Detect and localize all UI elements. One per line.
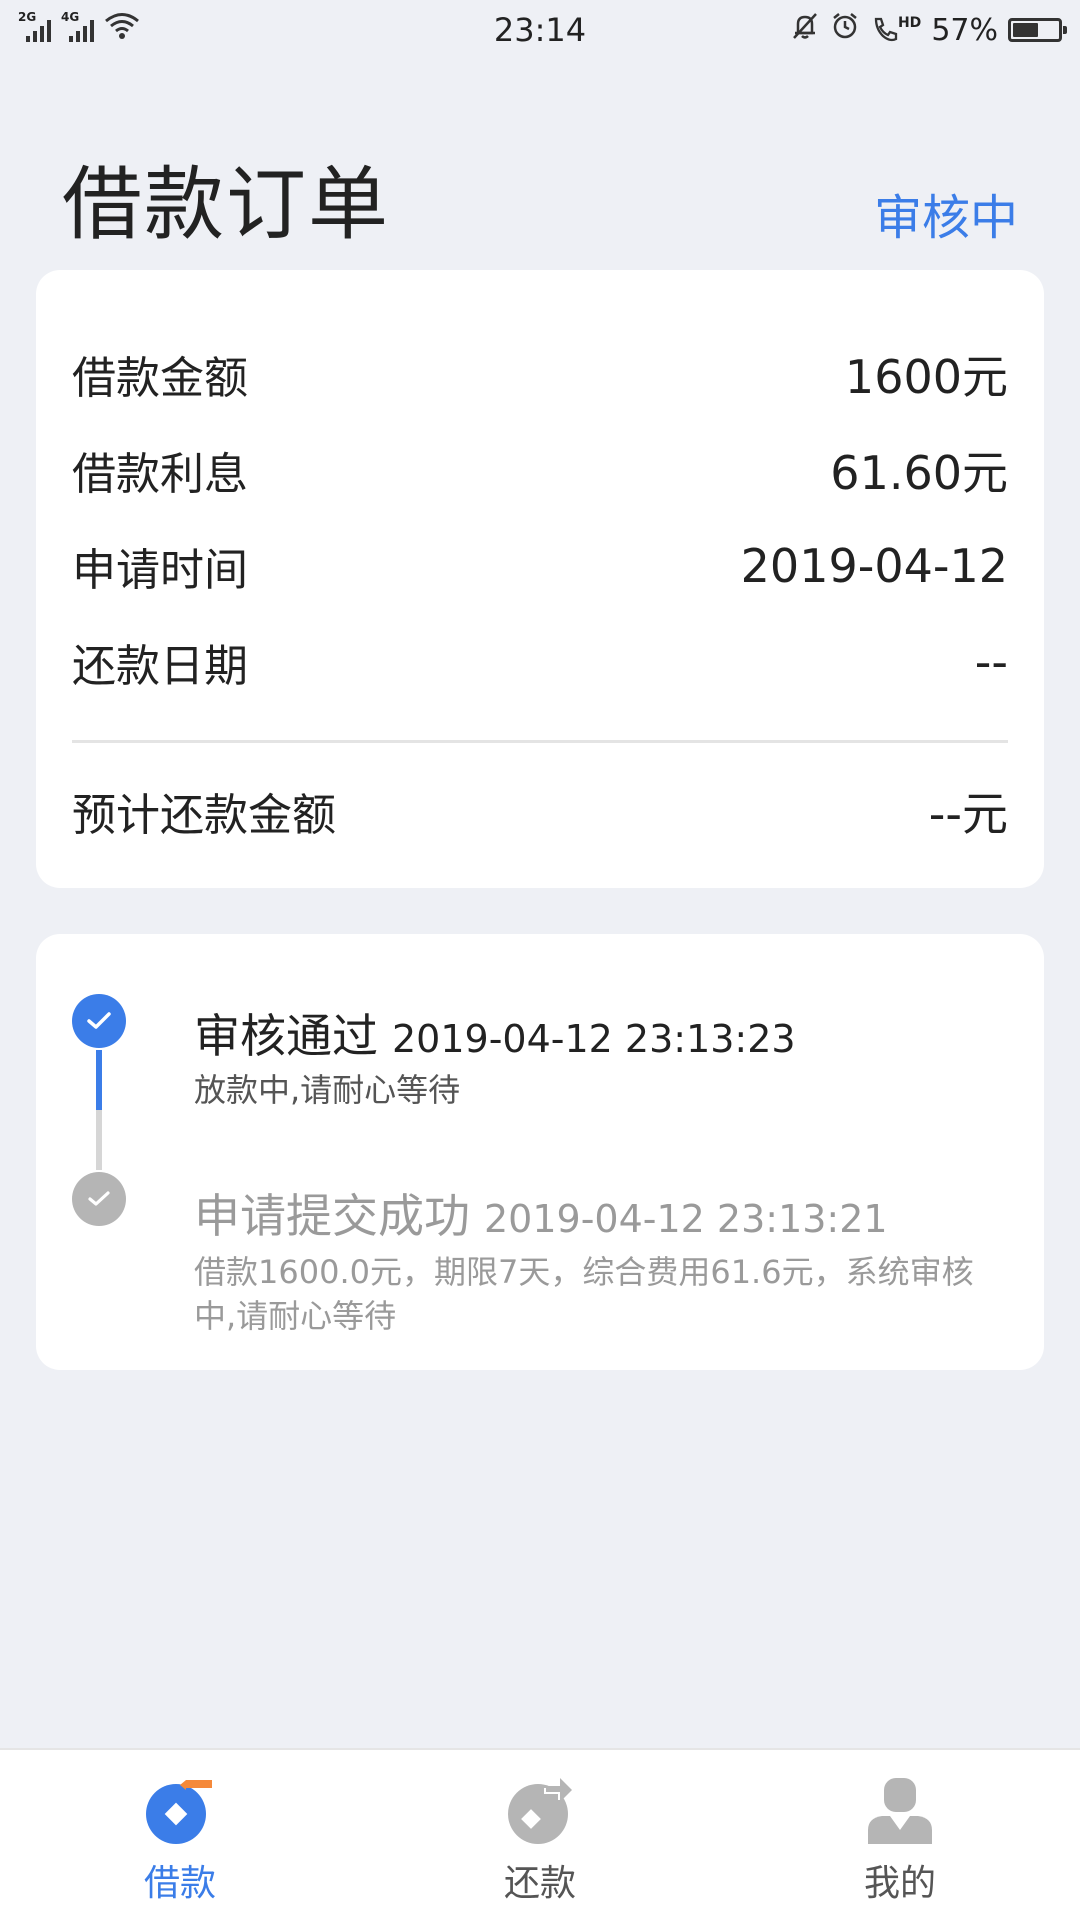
timeline-connector-inactive — [96, 1110, 102, 1170]
status-bar-right: HD 57% — [790, 11, 1067, 49]
bottom-nav: 借款 还款 我的 — [0, 1748, 1080, 1920]
row-value: 61.60元 — [830, 446, 1008, 500]
signal-2g-icon: 2G — [18, 10, 51, 42]
row-label: 还款日期 — [72, 641, 248, 692]
row-value: --元 — [928, 787, 1008, 841]
step-title: 审核通过 2019-04-12 23:13:23 — [194, 1000, 796, 1066]
row-label: 借款金额 — [72, 353, 248, 404]
timeline-connector-active — [96, 1050, 102, 1110]
repay-icon — [502, 1772, 578, 1848]
progress-timeline-card: 审核通过 2019-04-12 23:13:23 放款中,请耐心等待 申请提交成功… — [36, 934, 1044, 1370]
divider — [72, 740, 1008, 743]
nav-item-repay[interactable]: 还款 — [360, 1750, 720, 1920]
step-title-text: 审核通过 — [194, 1009, 378, 1063]
nav-label: 我的 — [863, 1863, 936, 1904]
row-label: 申请时间 — [72, 545, 248, 596]
hd-label: HD — [897, 15, 922, 31]
loan-summary-card: 借款金额 1600元 借款利息 61.60元 申请时间 2019-04-12 还… — [36, 270, 1044, 888]
status-bar: 2G 4G 23:14 HD 57% — [0, 0, 1080, 60]
network-2g-label: 2G — [18, 10, 37, 24]
nav-item-loan[interactable]: 借款 — [0, 1750, 360, 1920]
alarm-clock-icon — [830, 11, 860, 49]
summary-row-apply-time: 申请时间 2019-04-12 — [72, 518, 1008, 614]
battery-percent: 57% — [931, 12, 998, 48]
summary-row-expected-repay: 预计还款金额 --元 — [72, 763, 1008, 859]
mute-bell-icon — [790, 11, 820, 49]
wifi-icon — [104, 12, 140, 48]
step-description: 放款中,请耐心等待 — [194, 1071, 461, 1109]
row-value: -- — [974, 635, 1008, 689]
hd-call-icon: HD — [870, 15, 921, 45]
step-timestamp: 2019-04-12 23:13:21 — [484, 1197, 888, 1241]
summary-row-repay-date: 还款日期 -- — [72, 614, 1008, 710]
loan-icon — [142, 1772, 218, 1848]
step-title: 申请提交成功 2019-04-12 23:13:21 — [194, 1180, 888, 1246]
summary-row-loan-amount: 借款金额 1600元 — [72, 326, 1008, 422]
signal-4g-icon: 4G — [61, 10, 94, 42]
step-description: 借款1600.0元，期限7天，综合费用61.6元，系统审核中,请耐心等待 — [194, 1253, 974, 1335]
row-label: 借款利息 — [72, 449, 248, 500]
step-timestamp: 2019-04-12 23:13:23 — [392, 1017, 796, 1061]
network-4g-label: 4G — [61, 10, 80, 24]
battery-icon — [1008, 18, 1067, 42]
nav-label: 还款 — [503, 1863, 576, 1904]
check-circle-icon — [72, 1172, 126, 1226]
row-label: 预计还款金额 — [72, 790, 336, 841]
page-title: 借款订单 — [62, 158, 390, 251]
nav-label: 借款 — [143, 1863, 216, 1904]
battery-level-fill — [1013, 23, 1038, 37]
step-title-text: 申请提交成功 — [194, 1189, 470, 1243]
profile-icon — [862, 1772, 938, 1848]
summary-row-interest: 借款利息 61.60元 — [72, 422, 1008, 518]
nav-item-profile[interactable]: 我的 — [720, 1750, 1080, 1920]
row-value: 2019-04-12 — [740, 539, 1008, 593]
check-circle-icon — [72, 994, 126, 1048]
row-value: 1600元 — [844, 350, 1008, 404]
status-bar-left: 2G 4G — [18, 10, 140, 48]
order-status-label: 审核中 — [873, 190, 1018, 246]
